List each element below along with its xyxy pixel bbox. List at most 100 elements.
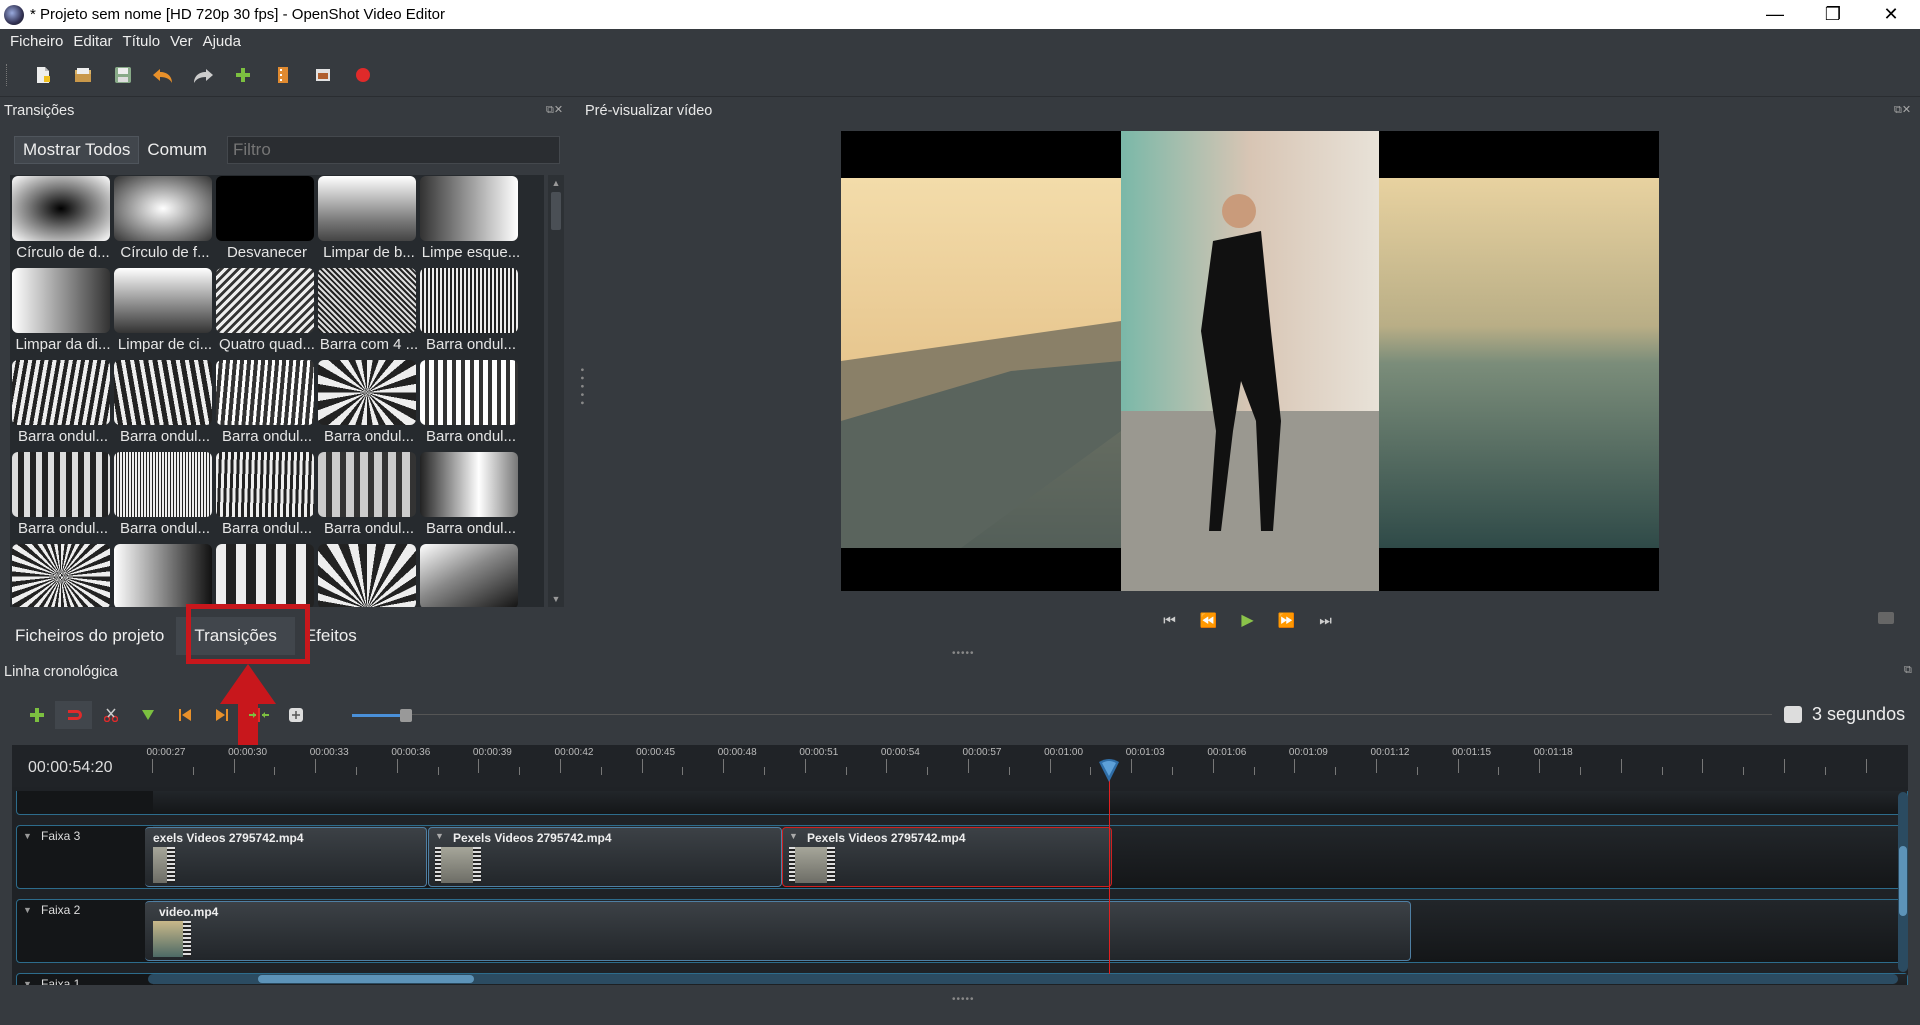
transition-item[interactable]: [12, 543, 114, 607]
profile-icon[interactable]: [263, 60, 303, 90]
center-playhead-icon[interactable]: [240, 701, 277, 729]
timeline-ruler[interactable]: 00:00:54:20 00:00:27 00:00:30 00:00:33 00:0…: [12, 745, 1908, 787]
menu-file[interactable]: Ficheiro: [0, 33, 68, 50]
menu-help[interactable]: Ajuda: [198, 33, 246, 50]
fast-forward-button[interactable]: ⏩: [1267, 612, 1306, 629]
video-clip[interactable]: exels Videos 2795742.mp4: [145, 827, 427, 887]
track-collapse-icon[interactable]: ▼: [23, 979, 32, 985]
transition-item[interactable]: Barra ondul...: [420, 451, 522, 543]
scrollbar-thumb[interactable]: [1899, 846, 1907, 916]
transition-thumbnail: [420, 268, 518, 333]
record-icon[interactable]: [343, 60, 383, 90]
common-button[interactable]: Comum: [139, 136, 215, 164]
menu-edit[interactable]: Editar: [68, 33, 117, 50]
playhead-handle-icon[interactable]: [1097, 758, 1121, 784]
play-button[interactable]: ▶: [1228, 610, 1267, 630]
scrollbar-thumb[interactable]: [258, 975, 474, 983]
camera-snapshot-icon[interactable]: [1878, 612, 1894, 624]
transition-item[interactable]: Quatro quad...: [216, 267, 318, 359]
add-track-icon[interactable]: [18, 701, 55, 729]
fullscreen-icon[interactable]: [303, 60, 343, 90]
transition-item[interactable]: Barra ondul...: [420, 267, 522, 359]
new-project-icon[interactable]: [23, 60, 63, 90]
add-marker-icon[interactable]: [129, 701, 166, 729]
transitions-filter-input[interactable]: [227, 136, 560, 164]
import-files-icon[interactable]: [223, 60, 263, 90]
scrollbar-thumb[interactable]: [551, 192, 561, 230]
transition-item[interactable]: Barra ondul...: [216, 451, 318, 543]
clip-thumbnail: [153, 921, 191, 957]
close-button[interactable]: ✕: [1862, 0, 1920, 29]
transition-item[interactable]: Barra ondul...: [216, 359, 318, 451]
transition-label: Quatro quad...: [219, 336, 315, 353]
redo-icon[interactable]: [183, 60, 223, 90]
scroll-up-icon[interactable]: ▲: [551, 178, 561, 188]
video-preview: [841, 131, 1659, 591]
menu-view[interactable]: Ver: [165, 33, 198, 50]
track-top-partial[interactable]: [16, 791, 1908, 815]
vertical-splitter-handle[interactable]: • • • • •: [576, 368, 587, 406]
timeline-area[interactable]: 00:00:54:20 00:00:27 00:00:30 00:00:33 00:0…: [12, 745, 1908, 985]
bottom-splitter-handle[interactable]: •••••: [952, 994, 975, 1005]
preview-float-close-icon[interactable]: ⧉✕: [1894, 103, 1911, 117]
transition-item[interactable]: Barra ondul...: [318, 359, 420, 451]
video-clip[interactable]: ▼ Pexels Videos 2795742.mp4: [428, 827, 782, 887]
transition-item[interactable]: Limpe esque...: [420, 175, 522, 267]
zoom-fit-icon[interactable]: [277, 701, 314, 729]
transition-item[interactable]: Barra ondul...: [12, 451, 114, 543]
rewind-button[interactable]: ⏪: [1189, 612, 1228, 629]
video-clip[interactable]: video.mp4: [145, 901, 1411, 961]
timeline-dock-title: Linha cronológica: [4, 664, 118, 680]
timeline-float-icon[interactable]: ⧉: [1904, 664, 1912, 677]
transition-item[interactable]: Limpar de ci...: [114, 267, 216, 359]
transition-item[interactable]: Desvanecer: [216, 175, 318, 267]
ruler-tick: [1661, 767, 1663, 775]
transition-item[interactable]: [216, 543, 318, 607]
next-marker-icon[interactable]: [203, 701, 240, 729]
track-faixa-3[interactable]: ▼ Faixa 3 exels Videos 2795742.mp4 ▼ Pex…: [16, 825, 1908, 889]
track-faixa-2[interactable]: ▼ Faixa 2 video.mp4: [16, 899, 1908, 963]
transition-item[interactable]: Barra ondul...: [114, 451, 216, 543]
toolbar-grip[interactable]: [6, 63, 9, 86]
open-project-icon[interactable]: [63, 60, 103, 90]
transition-item[interactable]: Barra ondul...: [420, 359, 522, 451]
transition-item[interactable]: Barra ondul...: [114, 359, 216, 451]
save-project-icon[interactable]: [103, 60, 143, 90]
transition-item[interactable]: Barra ondul...: [12, 359, 114, 451]
transition-item[interactable]: [420, 543, 522, 607]
tab-project-files[interactable]: Ficheiros do projeto: [0, 617, 176, 655]
track-collapse-icon[interactable]: ▼: [23, 905, 32, 915]
jump-start-button[interactable]: ⏮: [1150, 612, 1189, 629]
transition-item[interactable]: [114, 543, 216, 607]
timeline-horizontal-scrollbar[interactable]: [148, 974, 1898, 984]
jump-end-button[interactable]: ⏭: [1306, 612, 1345, 629]
transition-item[interactable]: Barra ondul...: [318, 451, 420, 543]
zoom-slider-handle[interactable]: [400, 709, 412, 722]
transition-item[interactable]: [318, 543, 420, 607]
ruler-time-label: 00:00:45: [636, 747, 676, 758]
show-all-button[interactable]: Mostrar Todos: [14, 136, 140, 164]
transition-item[interactable]: Barra com 4 ...: [318, 267, 420, 359]
razor-icon[interactable]: [92, 701, 129, 729]
undo-icon[interactable]: [143, 60, 183, 90]
track-collapse-icon[interactable]: ▼: [23, 831, 32, 841]
transition-item[interactable]: Limpar da di...: [12, 267, 114, 359]
dock-float-close-icon[interactable]: ⧉✕: [546, 103, 563, 117]
playhead-line[interactable]: [1109, 762, 1110, 974]
timeline-zoom-slider[interactable]: [352, 709, 412, 722]
transitions-scrollbar[interactable]: ▲ ▼: [548, 175, 564, 607]
transition-item[interactable]: Círculo de f...: [114, 175, 216, 267]
transition-item[interactable]: Limpar de b...: [318, 175, 420, 267]
video-clip-selected[interactable]: ▼ Pexels Videos 2795742.mp4: [782, 827, 1112, 887]
horizontal-splitter-handle[interactable]: •••••: [952, 648, 975, 659]
minimize-button[interactable]: —: [1746, 0, 1804, 29]
transition-item[interactable]: Círculo de d...: [12, 175, 114, 267]
previous-marker-icon[interactable]: [166, 701, 203, 729]
restore-button[interactable]: ❐: [1804, 0, 1862, 29]
timeline-vertical-scrollbar[interactable]: [1898, 792, 1908, 972]
scroll-down-icon[interactable]: ▼: [551, 594, 561, 604]
snap-toggle-icon[interactable]: [55, 701, 92, 729]
clip-menu-icon[interactable]: ▼: [435, 831, 444, 841]
menu-title[interactable]: Título: [118, 33, 166, 50]
clip-menu-icon[interactable]: ▼: [789, 831, 798, 841]
